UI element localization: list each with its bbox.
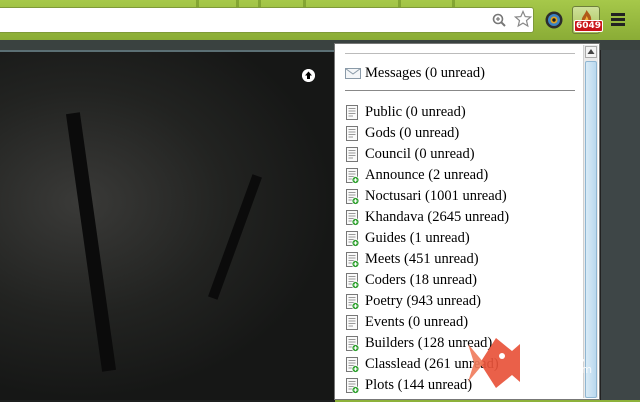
address-bar[interactable] [0,7,534,33]
list-item[interactable]: Noctusari (1001 unread) [345,186,509,207]
channel-label: Guides (1 unread) [365,230,470,246]
document-new-icon [345,209,360,226]
document-new-icon [345,356,360,373]
list-item[interactable]: Announce (2 unread) [345,165,509,186]
document-new-icon [345,167,360,184]
channel-label: Plots (144 unread) [365,377,473,393]
list-item[interactable]: Guides (1 unread) [345,228,509,249]
list-item[interactable]: Gods (0 unread) [345,123,509,144]
document-icon [345,146,360,163]
channel-label: Council (0 unread) [365,146,475,162]
document-icon [345,104,360,121]
document-new-icon [345,377,360,394]
unread-badge: 6049 [574,20,604,32]
channel-label: Meets (451 unread) [365,251,479,267]
list-item[interactable]: Coders (18 unread) [345,270,509,291]
document-new-icon [345,251,360,268]
list-item[interactable]: Council (0 unread) [345,144,509,165]
messages-item[interactable]: Messages (0 unread) [345,64,485,82]
divider [345,90,575,91]
document-new-icon [345,230,360,247]
app-icon[interactable]: 6049 [572,6,604,34]
channel-label: Coders (18 unread) [365,272,477,288]
channel-label: Noctusari (1001 unread) [365,188,507,204]
document-new-icon [345,293,360,310]
scroll-to-top-icon[interactable] [302,69,315,82]
channel-label: Events (0 unread) [365,314,469,330]
channel-label: Khandava (2645 unread) [365,209,510,225]
background-artwork [0,52,335,400]
channel-label: Public (0 unread) [365,104,466,120]
channel-label: Poetry (943 unread) [365,293,481,309]
document-icon [345,125,360,142]
channel-label: Gods (0 unread) [365,125,460,141]
divider [345,53,575,54]
scroll-up-arrow-icon[interactable] [585,46,597,58]
menu-icon[interactable] [611,13,625,27]
messages-label: Messages (0 unread) [365,64,485,81]
list-item[interactable] [345,396,509,399]
envelope-icon [345,67,361,79]
page-right-strip [600,50,640,400]
list-item[interactable]: Public (0 unread) [345,102,509,123]
channel-label: Announce (2 unread) [365,167,489,183]
list-item[interactable]: Meets (451 unread) [345,249,509,270]
list-item[interactable]: Khandava (2645 unread) [345,207,509,228]
list-item[interactable]: Poetry (943 unread) [345,291,509,312]
document-new-icon [345,272,360,289]
document-icon [345,314,360,331]
star-icon[interactable] [514,10,532,28]
zoom-icon[interactable] [492,13,506,27]
document-new-icon [345,188,360,205]
document-new-icon [345,335,360,352]
extension-icon[interactable] [545,11,563,29]
watermark-url: wduoyu.com [522,363,593,376]
